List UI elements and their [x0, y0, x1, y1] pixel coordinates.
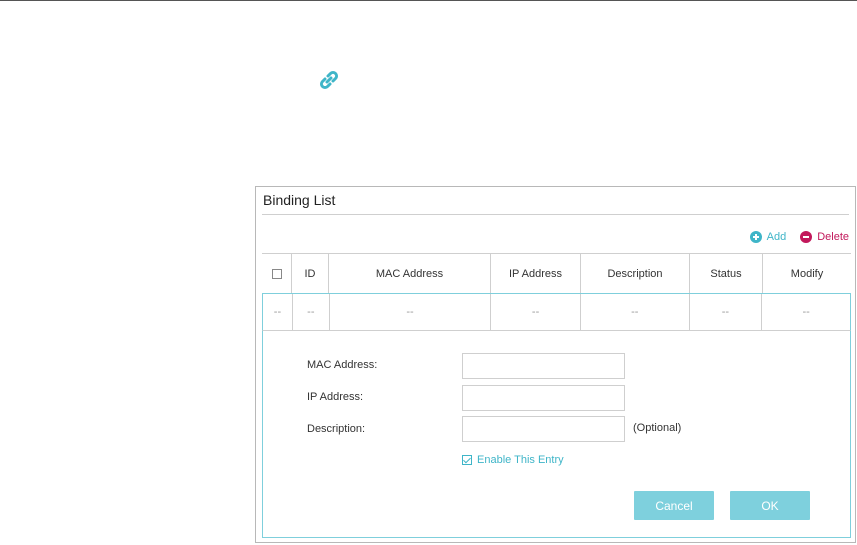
enable-entry-label: Enable This Entry — [477, 454, 564, 466]
header-select-cell — [262, 254, 292, 293]
ip-address-field[interactable] — [462, 385, 625, 411]
header-description: Description — [581, 254, 690, 293]
row-ip-cell: -- — [491, 294, 581, 330]
row-modify-cell: -- — [802, 306, 810, 318]
checkbox-checked-icon — [462, 455, 472, 465]
entry-editor: MAC Address: IP Address: Description: (O… — [262, 331, 851, 538]
panel-title: Binding List — [263, 192, 336, 208]
header-modify: Modify — [790, 267, 824, 280]
header-id: ID — [292, 254, 329, 293]
mac-address-field[interactable] — [462, 353, 625, 379]
link-icon — [319, 70, 339, 90]
enable-entry-checkbox[interactable]: Enable This Entry — [462, 454, 564, 466]
row-select-cell: -- — [263, 294, 293, 330]
optional-note: (Optional) — [633, 422, 682, 434]
minus-circle-icon — [800, 231, 813, 243]
binding-list-panel: Binding List Add Delete ID MAC Address I… — [255, 186, 856, 543]
table-header-row: ID MAC Address IP Address Description St… — [262, 253, 851, 294]
row-description-cell: -- — [581, 294, 690, 330]
mac-address-label: MAC Address: — [307, 359, 378, 371]
add-label: Add — [766, 231, 787, 243]
plus-circle-icon — [749, 231, 762, 243]
row-status-cell: -- — [690, 294, 763, 330]
table-row: -- -- -- -- -- -- -- — [262, 294, 851, 331]
ok-button[interactable]: OK — [730, 491, 810, 520]
row-id-cell: -- — [293, 294, 330, 330]
select-all-checkbox[interactable] — [271, 268, 282, 279]
delete-label: Delete — [817, 231, 849, 243]
cancel-button[interactable]: Cancel — [634, 491, 714, 520]
row-mac-cell: -- — [330, 294, 492, 330]
binding-table: ID MAC Address IP Address Description St… — [262, 253, 851, 331]
top-divider — [0, 0, 857, 1]
title-divider — [262, 214, 849, 215]
description-field[interactable] — [462, 416, 625, 442]
header-status: Status — [690, 254, 763, 293]
add-button[interactable]: Add — [749, 231, 787, 243]
ip-address-label: IP Address: — [307, 391, 364, 403]
description-label: Description: — [307, 423, 366, 435]
delete-button[interactable]: Delete — [800, 231, 849, 243]
header-mac-address: MAC Address — [329, 254, 491, 293]
header-ip-address: IP Address — [491, 254, 581, 293]
list-toolbar: Add Delete — [736, 231, 849, 243]
